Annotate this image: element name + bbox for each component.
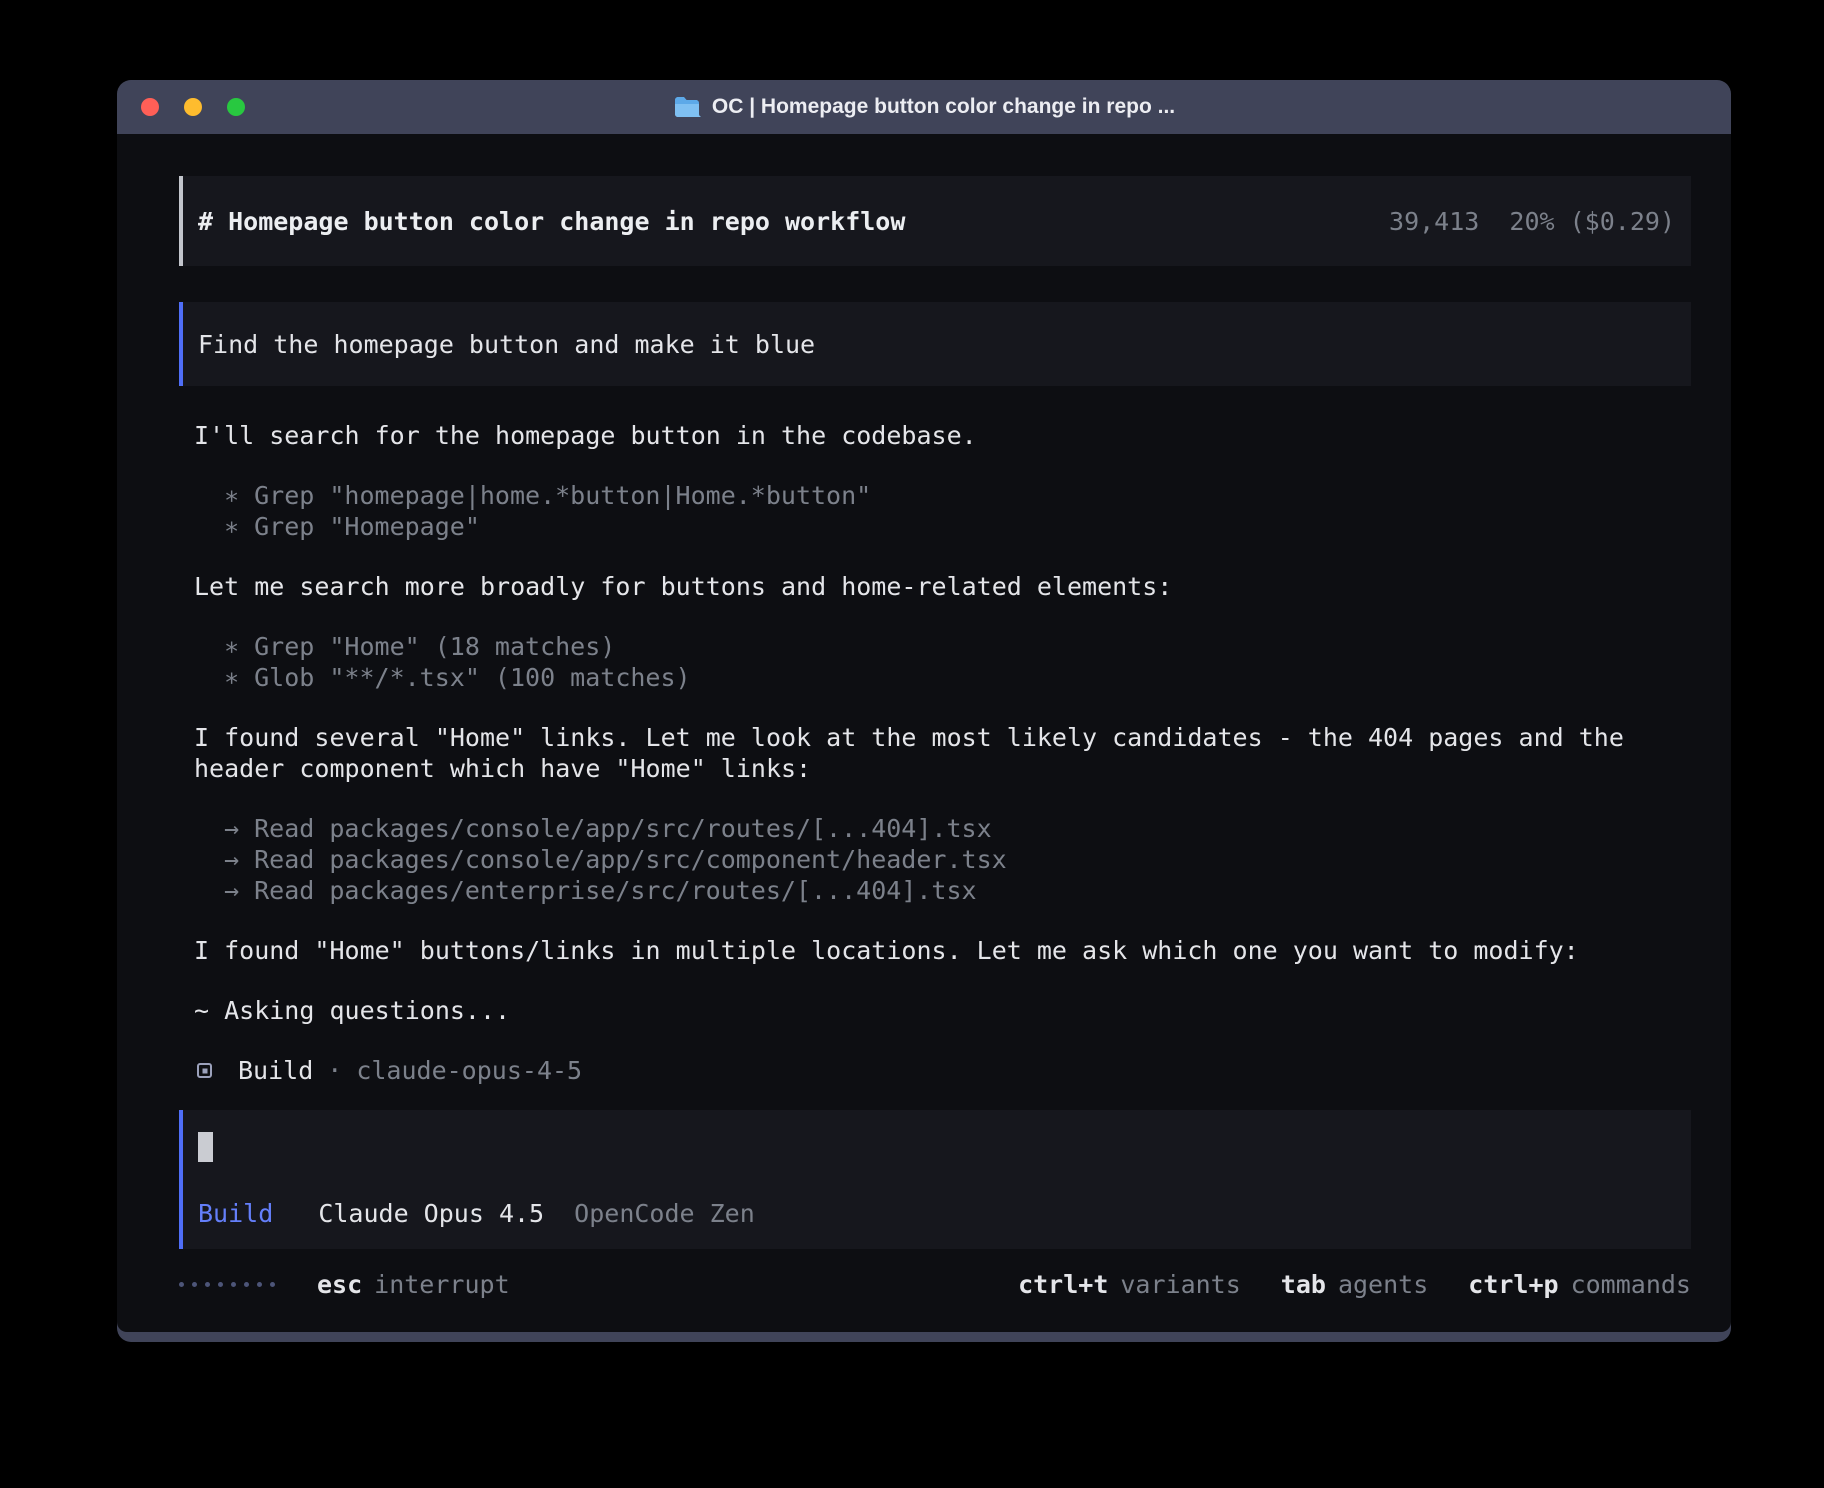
tool-call-read: → Read packages/enterprise/src/routes/[.… [179, 875, 1691, 906]
shortcut-commands: ctrl+p commands [1468, 1269, 1691, 1300]
session-stats: 39,413 20% ($0.29) [1389, 207, 1675, 236]
terminal-content: # Homepage button color change in repo w… [117, 134, 1731, 1332]
model-label: Claude Opus 4.5 [318, 1199, 544, 1228]
assistant-text: I found several "Home" links. Let me loo… [179, 722, 1691, 784]
session-header: # Homepage button color change in repo w… [179, 176, 1691, 266]
provider-label: OpenCode Zen [574, 1199, 755, 1228]
agent-separator: · [327, 1056, 342, 1085]
tool-call-grep: ∗ Grep "Homepage" [179, 511, 1691, 542]
shortcut-label: variants [1120, 1270, 1240, 1299]
assistant-text: I'll search for the homepage button in t… [179, 420, 1691, 451]
terminal-window: OC | Homepage button color change in rep… [117, 80, 1731, 1342]
titlebar: OC | Homepage button color change in rep… [117, 80, 1731, 134]
shortcut-key: ctrl+p [1468, 1270, 1558, 1299]
tool-call-glob: ∗ Glob "**/*.tsx" (100 matches) [179, 662, 1691, 693]
tool-call-read: → Read packages/console/app/src/componen… [179, 844, 1691, 875]
user-message-text: Find the homepage button and make it blu… [198, 330, 815, 359]
close-button[interactable] [141, 98, 159, 116]
folder-icon [673, 96, 701, 118]
conversation: I'll search for the homepage button in t… [179, 420, 1691, 1086]
status-right: ctrl+t variants tab agents ctrl+p commands [1018, 1269, 1691, 1300]
mode-label: Build [198, 1199, 273, 1228]
agent-name: Build [238, 1056, 313, 1085]
progress-dots [179, 1282, 275, 1287]
assistant-text: I found "Home" buttons/links in multiple… [179, 935, 1691, 966]
shortcut-key: tab [1281, 1270, 1326, 1299]
build-agent-icon [197, 1063, 212, 1078]
tool-call-grep: ∗ Grep "homepage|home.*button|Home.*butt… [179, 480, 1691, 511]
status-bar: esc interrupt ctrl+t variants tab agents ct… [179, 1269, 1691, 1300]
zoom-button[interactable] [227, 98, 245, 116]
shortcut-label: commands [1571, 1270, 1691, 1299]
shortcut-label: agents [1338, 1270, 1428, 1299]
traffic-lights [141, 80, 270, 134]
shortcut-interrupt: esc interrupt [317, 1269, 510, 1300]
minimize-button[interactable] [184, 98, 202, 116]
window-title-group: OC | Homepage button color change in rep… [673, 95, 1175, 119]
shortcut-key: ctrl+t [1018, 1270, 1108, 1299]
agent-status: Build · claude-opus-4-5 [179, 1055, 1691, 1086]
session-title: # Homepage button color change in repo w… [198, 207, 905, 236]
input-cursor [198, 1132, 213, 1162]
tool-call-read: → Read packages/console/app/src/routes/[… [179, 813, 1691, 844]
status-left: esc interrupt [179, 1269, 510, 1300]
agent-model: claude-opus-4-5 [356, 1056, 582, 1085]
tool-call-grep: ∗ Grep "Home" (18 matches) [179, 631, 1691, 662]
shortcut-variants: ctrl+t variants [1018, 1269, 1241, 1300]
prompt-input[interactable]: Build Claude Opus 4.5 OpenCode Zen [179, 1110, 1691, 1249]
shortcut-key: esc [317, 1270, 362, 1299]
shortcut-agents: tab agents [1281, 1269, 1428, 1300]
input-meta: Build Claude Opus 4.5 OpenCode Zen [198, 1198, 1675, 1229]
shortcut-label: interrupt [374, 1270, 509, 1299]
input-line[interactable] [198, 1132, 1675, 1166]
user-message: Find the homepage button and make it blu… [179, 302, 1691, 386]
assistant-status-text: ~ Asking questions... [179, 995, 1691, 1026]
window-title: OC | Homepage button color change in rep… [712, 95, 1175, 119]
assistant-text: Let me search more broadly for buttons a… [179, 571, 1691, 602]
